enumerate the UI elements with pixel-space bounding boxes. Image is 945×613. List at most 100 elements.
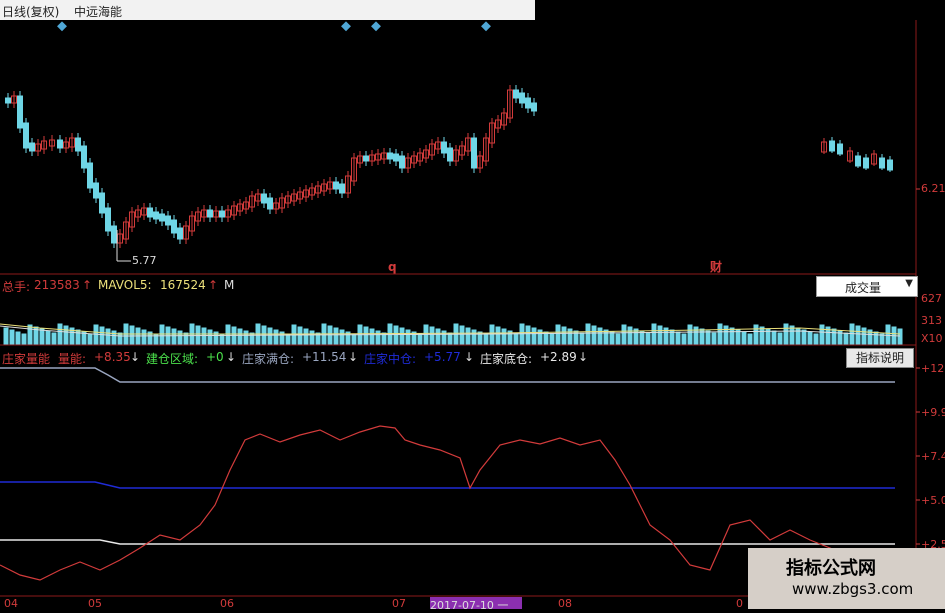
mavol-label: MAVOL5: [98, 278, 152, 292]
candle-body [87, 162, 93, 189]
date-label-may: 05 [88, 597, 102, 610]
volume-bar [753, 324, 759, 345]
volume-bar [465, 327, 471, 345]
mid-label: 庄家中仓: [364, 352, 417, 366]
volume-bar [57, 323, 63, 345]
watermark-title: 指标公式网 [786, 558, 876, 579]
volume-bar [513, 332, 519, 345]
volume-bar [681, 333, 687, 345]
full-value: +11.54 [302, 350, 347, 364]
volume-bar [333, 327, 339, 345]
volume-bar [843, 332, 849, 345]
volume-bar [585, 323, 591, 345]
date-label-sep: 0 [736, 597, 743, 610]
volume-bar [621, 324, 627, 345]
event-marker-q[interactable]: q [388, 260, 397, 274]
bottom-value: +2.89 [540, 350, 577, 364]
down-arrow-icon: ↓ [130, 350, 141, 364]
candle-body [519, 92, 525, 104]
volume-bar [249, 332, 255, 345]
candle-body [219, 210, 225, 218]
candle-body [837, 143, 843, 155]
site-watermark: 指标公式网 www.zbgs3.com [748, 548, 945, 609]
volume-bar [729, 327, 735, 345]
candle-body [111, 225, 117, 244]
candle-body [887, 159, 893, 171]
volume-bar [591, 325, 597, 345]
volume-bar [429, 326, 435, 345]
date-label-jun: 06 [220, 597, 234, 610]
volume-bar [873, 331, 879, 345]
volume-bar [597, 327, 603, 345]
volume-bar [207, 329, 213, 345]
date-label-apr: 04 [4, 597, 18, 610]
mid-position-line [0, 481, 895, 489]
candle-body [261, 193, 267, 204]
volume-bar [549, 333, 555, 345]
diamond-marker [481, 21, 491, 32]
volume-bar [567, 328, 573, 345]
volume-bar [759, 326, 765, 345]
volume-bar [273, 329, 279, 345]
candle-body [441, 141, 447, 154]
volume-bar [75, 329, 81, 345]
volume-bar [861, 327, 867, 345]
ind-axis-label-3: +5.0 [921, 494, 945, 507]
date-label-aug: 08 [558, 597, 572, 610]
candle-body [17, 95, 23, 129]
volume-bar [141, 329, 147, 345]
volume-bar [15, 331, 21, 345]
volume-bar [615, 333, 621, 345]
price-axis-label: 6.21 [921, 182, 945, 195]
date-label-jul: 07 [392, 597, 406, 610]
volume-bar [243, 330, 249, 345]
bottom-label: 庄家底仓: [480, 352, 533, 366]
volume-bar [675, 331, 681, 345]
candle-body [513, 89, 519, 99]
finance-marker[interactable]: 财 [710, 258, 722, 275]
stock-chart-canvas[interactable] [0, 0, 945, 609]
diamond-marker [341, 21, 351, 32]
down-arrow-icon: ↓ [464, 350, 475, 364]
volume-bar [885, 324, 891, 345]
volume-bar [741, 331, 747, 345]
volume-bar [657, 325, 663, 345]
volume-bar [45, 330, 51, 345]
candle-body [177, 227, 183, 240]
up-arrow-icon: ↑ [82, 278, 93, 292]
candle-body [23, 122, 29, 149]
volume-axis-unit: X10 [921, 332, 943, 345]
volume-bar [195, 325, 201, 345]
candle-body [399, 155, 405, 169]
candle-body [333, 181, 339, 190]
candle-body [267, 197, 273, 210]
volume-bar [651, 323, 657, 345]
watermark-url: www.zbgs3.com [792, 580, 914, 598]
low-price-label: 5.77 [132, 254, 157, 267]
indicator-select-dropdown[interactable]: 成交量 ▼ [816, 276, 918, 297]
candle-body [171, 219, 177, 234]
candle-body [159, 213, 165, 222]
volume-bar [561, 326, 567, 345]
volume-bar [483, 333, 489, 345]
volume-bar [687, 324, 693, 345]
volume-bar [531, 327, 537, 345]
volume-bar [27, 324, 33, 345]
candle-body [57, 139, 63, 149]
cursor-date-highlight: 2017-07-10 一 [430, 597, 522, 612]
volume-bar [897, 328, 903, 345]
indicator-explain-button[interactable]: 指标说明 [846, 348, 914, 368]
volume-bar [795, 327, 801, 345]
build-value: +0 [206, 350, 224, 364]
candle-body [393, 153, 399, 162]
bottom-position-line [0, 539, 895, 545]
volume-bar [783, 323, 789, 345]
volume-bar [183, 332, 189, 345]
total-volume-label: 总手: [2, 280, 31, 294]
volume-bar [813, 333, 819, 345]
candle-body [5, 97, 11, 104]
volume-bar [237, 328, 243, 345]
down-arrow-icon: ↓ [348, 350, 359, 364]
total-volume-value: 213583 [34, 278, 80, 292]
candle-body [105, 207, 111, 232]
